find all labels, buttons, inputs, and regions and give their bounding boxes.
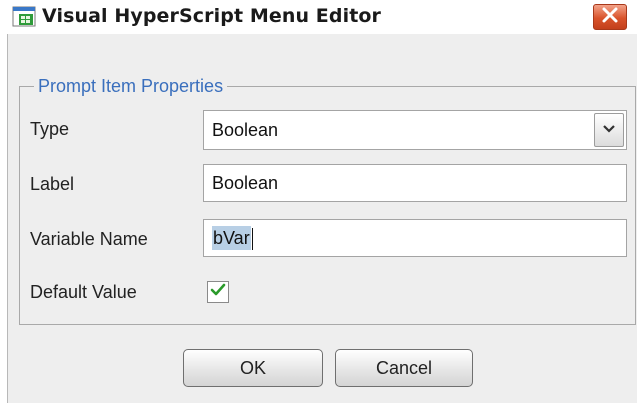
ok-button-label: OK <box>239 357 266 378</box>
chevron-down-icon <box>602 121 616 139</box>
window-title: Visual HyperScript Menu Editor <box>42 5 381 27</box>
checkmark-icon <box>210 282 226 303</box>
variable-name-label: Variable Name <box>30 229 148 249</box>
variable-name-field[interactable]: bVar <box>203 219 627 257</box>
close-button[interactable] <box>593 4 627 30</box>
type-combobox[interactable]: Boolean <box>203 110 627 150</box>
type-label: Type <box>30 119 70 139</box>
ok-button[interactable]: OK <box>183 349 323 387</box>
cancel-button[interactable]: Cancel <box>335 349 473 387</box>
cancel-button-label: Cancel <box>375 357 433 378</box>
default-value-checkbox[interactable] <box>207 281 229 303</box>
label-field-value: Boolean <box>212 173 279 193</box>
default-value-label: Default Value <box>30 282 137 302</box>
variable-name-value: bVar <box>212 226 251 250</box>
type-selected-value: Boolean <box>212 120 279 140</box>
group-legend: Prompt Item Properties <box>34 76 228 97</box>
dialog-window: Visual HyperScript Menu Editor Prompt It… <box>0 0 637 403</box>
label-label: Label <box>30 174 75 194</box>
title-bar[interactable]: Visual HyperScript Menu Editor <box>0 0 637 34</box>
dropdown-arrow-button[interactable] <box>594 113 624 147</box>
label-field[interactable]: Boolean <box>203 164 627 202</box>
text-caret <box>251 228 253 251</box>
window-left-border <box>0 34 8 403</box>
close-x-icon <box>601 6 619 29</box>
app-window-icon <box>12 6 38 28</box>
